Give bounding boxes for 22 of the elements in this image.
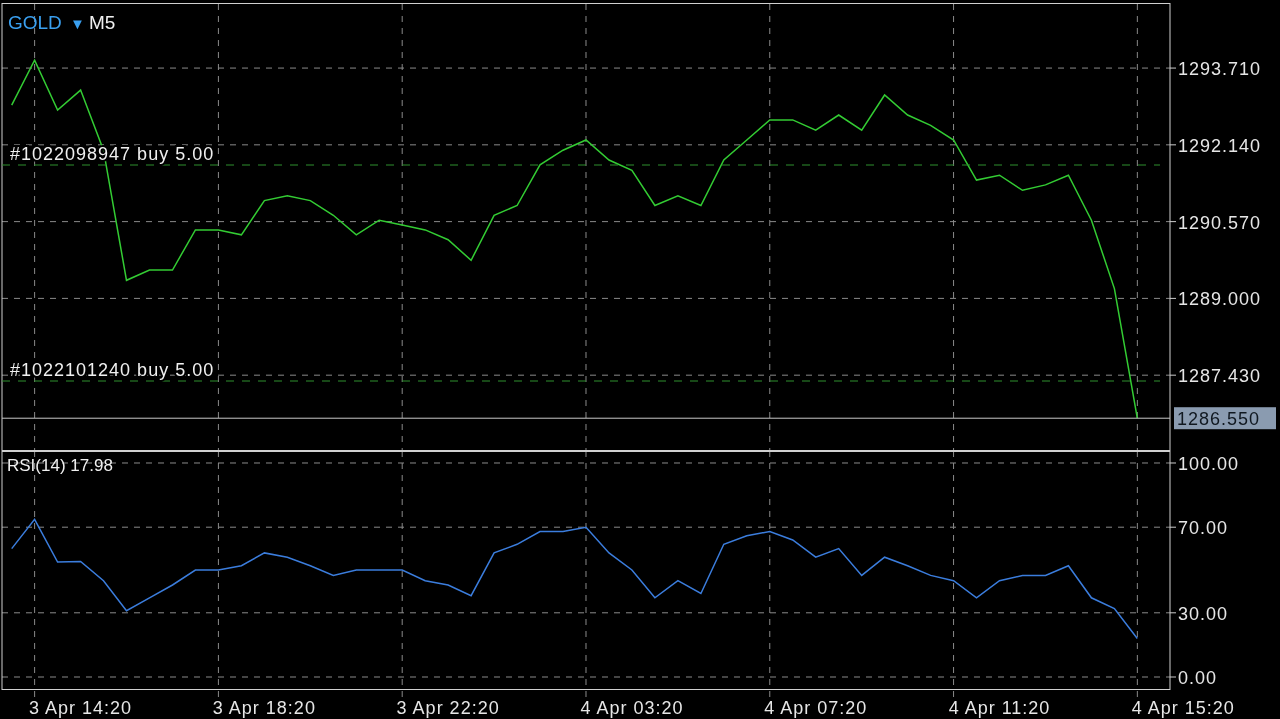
rsi-axis-label: 100.00	[1178, 454, 1240, 474]
price-axis-label: 1293.710	[1178, 59, 1262, 80]
symbol-dropdown[interactable]: GOLD	[8, 12, 62, 33]
price-axis-label: 1287.430	[1178, 366, 1262, 387]
dropdown-icon[interactable]: ▼	[70, 15, 85, 32]
time-axis-label: 4 Apr 07:20	[764, 698, 868, 718]
indicator-title: RSI(14) 17.98	[7, 456, 113, 475]
price-axis-label: 1292.140	[1178, 135, 1262, 156]
rsi-axis-label: 70.00	[1178, 518, 1229, 539]
time-axis-label: 3 Apr 14:20	[29, 698, 133, 718]
time-axis-label: 4 Apr 11:20	[948, 698, 1051, 718]
time-axis-label: 4 Apr 03:20	[580, 698, 684, 718]
rsi-axis-label: 30.00	[1178, 603, 1229, 624]
rsi-axis-label: 0.00	[1178, 668, 1218, 688]
time-axis-label: 4 Apr 15:20	[1131, 698, 1235, 718]
price-axis-label: 1289.000	[1178, 289, 1262, 310]
timeframe-label[interactable]: M5	[89, 12, 116, 33]
current-price-tag: 1286.550	[1174, 407, 1276, 430]
time-axis-label: 3 Apr 22:20	[396, 698, 500, 718]
time-axis-label: 3 Apr 18:20	[212, 698, 316, 718]
order-label: #1022101240 buy 5.00	[10, 360, 215, 380]
price-axis-label: 1290.570	[1178, 212, 1262, 233]
